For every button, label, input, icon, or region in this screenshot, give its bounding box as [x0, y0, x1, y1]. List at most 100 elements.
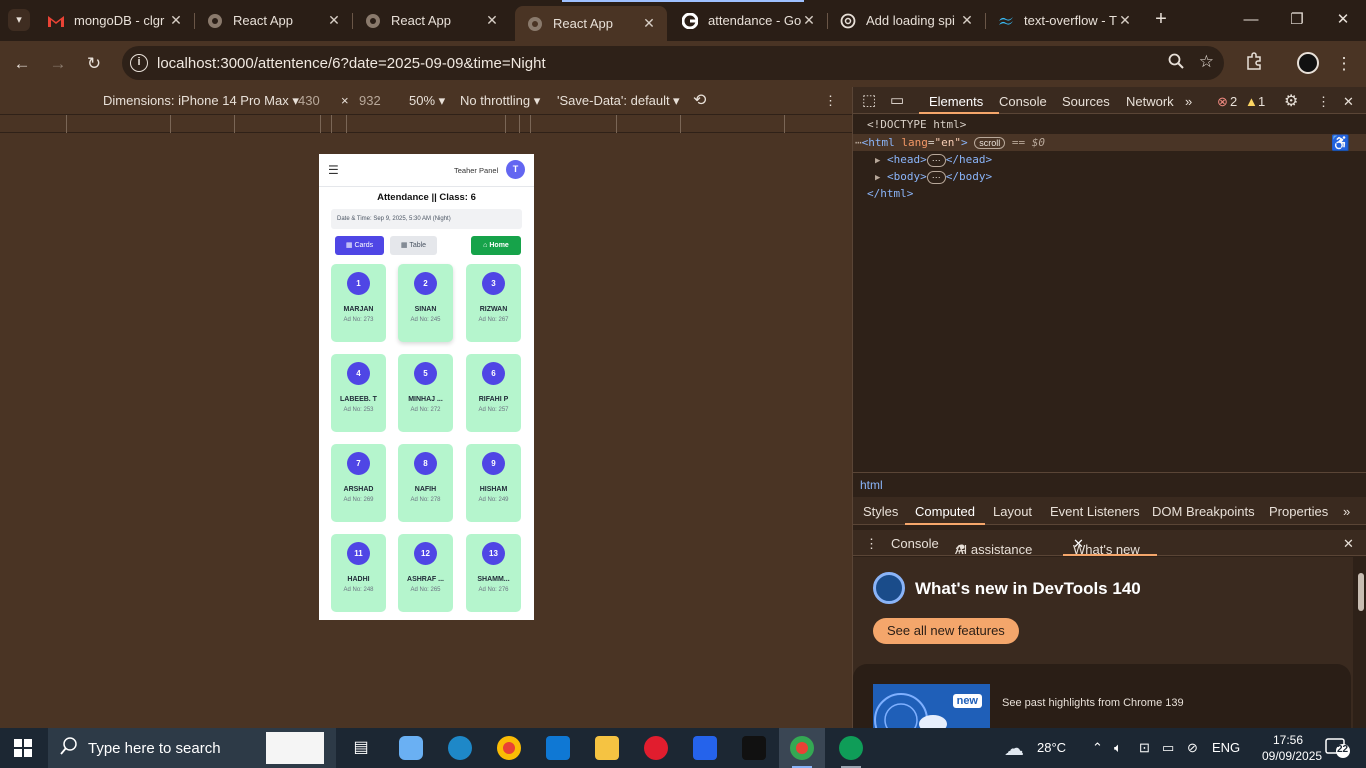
- past-highlights-link[interactable]: See past highlights from Chrome 139: [1002, 697, 1184, 709]
- close-tab-icon[interactable]: ✕: [1117, 12, 1133, 29]
- file-explorer-icon[interactable]: [595, 736, 619, 760]
- drawer-scrollbar[interactable]: [1355, 557, 1366, 728]
- speaker-icon[interactable]: 🔈︎: [1114, 740, 1122, 756]
- profile-avatar[interactable]: [1297, 52, 1319, 74]
- drawer-menu-icon[interactable]: ⋮: [865, 536, 878, 552]
- warning-count[interactable]: 1: [1258, 94, 1265, 109]
- error-icon[interactable]: ⊗: [1217, 94, 1228, 110]
- edge-icon[interactable]: [448, 736, 472, 760]
- dom-html-node[interactable]: ⋯<html lang="en"> scroll == $0: [855, 136, 1045, 149]
- student-card[interactable]: 6 RIFAHI P Ad No: 257: [466, 354, 521, 432]
- site-info-icon[interactable]: i: [130, 54, 148, 72]
- student-card[interactable]: 5 MINHAJ ... Ad No: 272: [398, 354, 453, 432]
- close-tab-icon[interactable]: ✕: [484, 12, 500, 29]
- show-hidden-icons-icon[interactable]: ⌃: [1092, 740, 1103, 756]
- student-card[interactable]: 13 SHAMM... Ad No: 276: [466, 534, 521, 612]
- tab-sources[interactable]: Sources: [1062, 94, 1110, 109]
- forward-button[interactable]: →: [46, 52, 70, 76]
- mongodb-compass-icon[interactable]: [839, 736, 863, 760]
- device-more-icon[interactable]: ⋮: [824, 93, 837, 109]
- tab-chatgpt[interactable]: Add loading spi ✕: [828, 6, 985, 35]
- close-window-button[interactable]: ✕: [1320, 0, 1366, 40]
- see-all-features-button[interactable]: See all new features: [873, 618, 1019, 644]
- tab-event-listeners[interactable]: Event Listeners: [1050, 504, 1140, 519]
- tab-computed[interactable]: Computed: [915, 504, 975, 519]
- student-card[interactable]: 8 NAFIH Ad No: 278: [398, 444, 453, 522]
- tab-elements[interactable]: Elements: [929, 94, 983, 109]
- cards-view-button[interactable]: ▦ Cards: [335, 236, 384, 255]
- dom-head-node[interactable]: ▶ <head> ⋯ </head>: [875, 153, 992, 167]
- tab-styles[interactable]: Styles: [863, 504, 898, 519]
- tab-properties[interactable]: Properties: [1269, 504, 1328, 519]
- scroll-badge[interactable]: scroll: [974, 137, 1006, 149]
- language-indicator[interactable]: ENG: [1212, 740, 1240, 755]
- opera-icon[interactable]: [644, 736, 668, 760]
- taskbar-search[interactable]: Type here to search: [48, 728, 336, 768]
- weather-icon[interactable]: ☁: [1004, 736, 1024, 761]
- copilot-icon[interactable]: [399, 736, 423, 760]
- close-tab-icon[interactable]: ✕: [326, 12, 342, 29]
- tab-dom-breakpoints[interactable]: DOM Breakpoints: [1152, 504, 1255, 519]
- drawer-tab-console[interactable]: Console: [891, 536, 939, 551]
- wifi-off-icon[interactable]: ⊘: [1187, 740, 1198, 756]
- zoom-select[interactable]: 50% ▾: [409, 93, 445, 109]
- student-card[interactable]: 2 SINAN Ad No: 245: [398, 264, 453, 342]
- past-highlights-card[interactable]: new See past highlights from Chrome 139: [853, 664, 1351, 728]
- drawer-tab-whats-new[interactable]: What's new ✕: [1073, 536, 1140, 557]
- tab-mongodb[interactable]: mongoDB - clgr ✕: [36, 6, 194, 35]
- tab-network[interactable]: Network: [1126, 94, 1174, 109]
- device-width-input[interactable]: 430: [298, 93, 320, 108]
- tab-search-button[interactable]: ▾: [8, 9, 30, 31]
- display-icon[interactable]: ▭: [1162, 740, 1174, 756]
- save-data-select[interactable]: 'Save-Data': default: [557, 93, 670, 108]
- new-tab-button[interactable]: +: [1150, 8, 1172, 30]
- microsoft-store-icon[interactable]: [693, 736, 717, 760]
- inspect-element-icon[interactable]: ⬚: [862, 91, 876, 109]
- close-tab-icon[interactable]: ✕: [641, 15, 657, 32]
- zoom-icon[interactable]: [1168, 53, 1184, 74]
- tab-react-app-active[interactable]: React App ✕: [515, 6, 667, 41]
- chrome-icon[interactable]: [497, 736, 521, 760]
- home-button[interactable]: ⌂ Home: [471, 236, 521, 255]
- address-bar[interactable]: i localhost:3000/attentence/6?date=2025-…: [122, 46, 1224, 80]
- bookmark-star-icon[interactable]: ☆: [1199, 52, 1214, 72]
- restore-button[interactable]: ❐: [1274, 0, 1320, 40]
- minimize-button[interactable]: —: [1228, 0, 1274, 40]
- student-card[interactable]: 12 ASHRAF ... Ad No: 265: [398, 534, 453, 612]
- tab-react-app-1[interactable]: React App ✕: [195, 6, 352, 35]
- close-tab-icon[interactable]: ✕: [801, 12, 817, 29]
- more-tabs-icon[interactable]: »: [1343, 504, 1350, 519]
- student-card[interactable]: 7 ARSHAD Ad No: 269: [331, 444, 386, 522]
- back-button[interactable]: ←: [10, 52, 34, 76]
- devtools-more-icon[interactable]: ⋮: [1317, 94, 1330, 110]
- chrome-menu-icon[interactable]: ⋮: [1332, 52, 1356, 76]
- taskbar-clock[interactable]: 17:56 09/09/2025: [1262, 732, 1322, 764]
- breadcrumb-html[interactable]: html: [860, 478, 883, 492]
- weather-temp[interactable]: 28°C: [1037, 740, 1066, 755]
- windows-start-icon[interactable]: [14, 739, 32, 757]
- student-card[interactable]: 11 HADHI Ad No: 248: [331, 534, 386, 612]
- rotate-icon[interactable]: ⟲: [693, 90, 706, 110]
- chrome-dev-icon[interactable]: [790, 736, 814, 760]
- accessibility-icon[interactable]: ♿: [1331, 134, 1350, 152]
- outlook-icon[interactable]: [546, 736, 570, 760]
- device-toolbar-icon[interactable]: ▭: [890, 91, 904, 109]
- notification-center-icon[interactable]: 22: [1325, 738, 1351, 758]
- student-card[interactable]: 1 MARJAN Ad No: 273: [331, 264, 386, 342]
- tab-tailwind[interactable]: text-overflow - T ✕: [986, 6, 1143, 35]
- tab-console[interactable]: Console: [999, 94, 1047, 109]
- task-view-icon[interactable]: ▤: [349, 736, 373, 760]
- chevron-down-icon[interactable]: ▾: [673, 93, 680, 109]
- more-tabs-icon[interactable]: »: [1185, 94, 1192, 109]
- tab-attendance[interactable]: attendance - Go ✕: [670, 6, 827, 35]
- close-tab-icon[interactable]: ✕: [959, 12, 975, 29]
- reload-button[interactable]: ↻: [82, 52, 106, 76]
- close-drawer-icon[interactable]: ✕: [1343, 536, 1354, 552]
- table-view-button[interactable]: ▦ Table: [390, 236, 437, 255]
- settings-gear-icon[interactable]: ⚙: [1284, 91, 1298, 111]
- capcut-icon[interactable]: [742, 736, 766, 760]
- device-height-input[interactable]: 932: [359, 93, 381, 108]
- close-tab-icon[interactable]: ✕: [168, 12, 184, 29]
- dom-body-node[interactable]: ▶ <body> ⋯ </body>: [875, 170, 992, 184]
- url-text[interactable]: localhost:3000/attentence/6?date=2025-09…: [157, 55, 546, 72]
